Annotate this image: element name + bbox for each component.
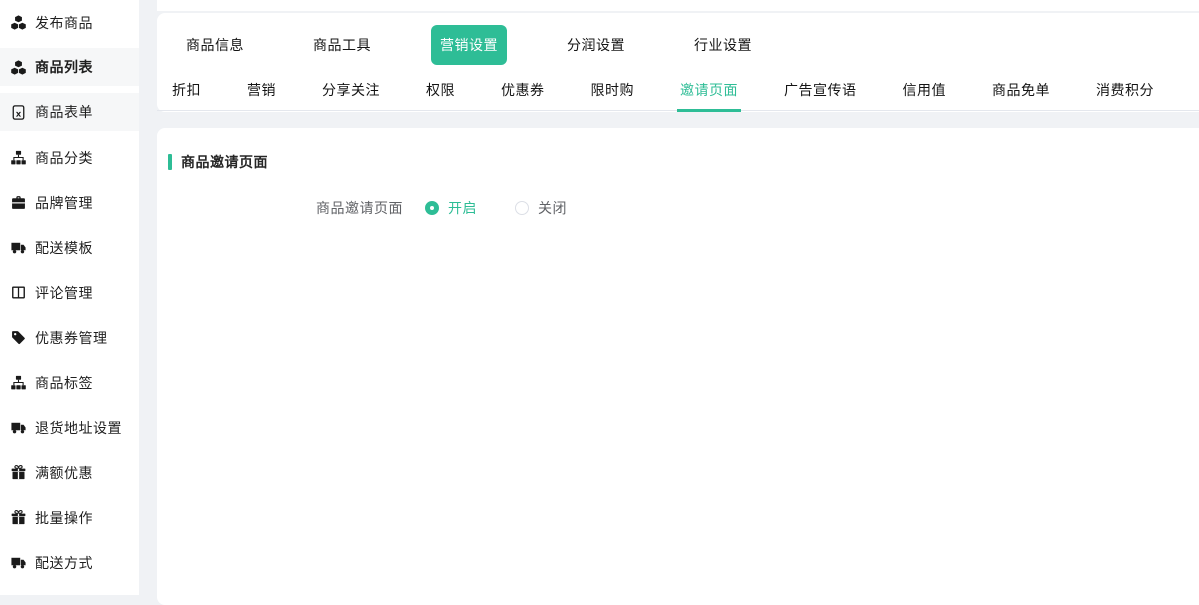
sidebar-item-return-address[interactable]: 退货地址设置 bbox=[0, 405, 139, 450]
primary-tab-bar: 商品信息 商品工具 营销设置 分润设置 行业设置 bbox=[157, 13, 1199, 65]
sidebar-item-label: 发布商品 bbox=[35, 13, 93, 33]
sidebar-item-label: 满额优惠 bbox=[35, 463, 93, 483]
secondary-tab-bar: 折扣 营销 分享关注 权限 优惠券 限时购 邀请页面 广告宣传语 信用值 商品免… bbox=[157, 71, 1199, 111]
sidebar-item-label: 退货地址设置 bbox=[35, 418, 122, 438]
section-title: 商品邀请页面 bbox=[181, 152, 268, 172]
columns-icon bbox=[11, 285, 26, 300]
tab-profit-settings[interactable]: 分润设置 bbox=[558, 25, 634, 65]
cubes-icon bbox=[11, 60, 26, 75]
briefcase-icon bbox=[11, 195, 26, 210]
sidebar-item-product-tag[interactable]: 商品标签 bbox=[0, 360, 139, 405]
sidebar-item-label: 配送模板 bbox=[35, 238, 93, 258]
main-area: 商品信息 商品工具 营销设置 分润设置 行业设置 折扣 营销 分享关注 权限 优… bbox=[139, 0, 1199, 595]
sidebar-item-label: 优惠券管理 bbox=[35, 328, 108, 348]
tag-icon bbox=[11, 330, 26, 345]
section-accent-bar bbox=[168, 154, 172, 170]
subtab-share-follow[interactable]: 分享关注 bbox=[319, 71, 383, 112]
radio-off-label: 关闭 bbox=[538, 198, 567, 218]
section-header: 商品邀请页面 bbox=[168, 152, 1199, 172]
subtab-discount[interactable]: 折扣 bbox=[169, 71, 204, 112]
gift-icon bbox=[11, 465, 26, 480]
sidebar-item-coupon-management[interactable]: 优惠券管理 bbox=[0, 315, 139, 360]
subtab-ad-slogan[interactable]: 广告宣传语 bbox=[781, 71, 860, 112]
tab-industry-settings[interactable]: 行业设置 bbox=[685, 25, 761, 65]
subtab-coupon[interactable]: 优惠券 bbox=[498, 71, 548, 112]
sidebar-item-label: 商品列表 bbox=[35, 57, 93, 77]
sidebar-item-label: 评论管理 bbox=[35, 283, 93, 303]
sidebar-item-label: 商品表单 bbox=[35, 102, 93, 122]
subtab-marketing[interactable]: 营销 bbox=[244, 71, 279, 112]
sidebar: 发布商品 商品列表 商品表单 商品分类 品牌管理 配送模板 评论管理 优惠券管理… bbox=[0, 0, 139, 595]
radio-off[interactable]: 关闭 bbox=[515, 198, 567, 218]
invite-page-radio-group: 开启 关闭 bbox=[415, 198, 595, 218]
radio-off-dot[interactable] bbox=[515, 201, 529, 215]
sidebar-item-product-form[interactable]: 商品表单 bbox=[0, 90, 139, 135]
sitemap-icon bbox=[11, 150, 26, 165]
sidebar-item-label: 配送方式 bbox=[35, 553, 93, 573]
top-strip bbox=[157, 0, 1199, 11]
truck-icon bbox=[11, 555, 26, 570]
sidebar-item-label: 商品标签 bbox=[35, 373, 93, 393]
radio-on-label: 开启 bbox=[448, 198, 477, 218]
radio-on-dot[interactable] bbox=[425, 201, 439, 215]
tab-marketing-settings[interactable]: 营销设置 bbox=[431, 25, 507, 65]
file-x-icon bbox=[11, 105, 26, 120]
cubes-icon bbox=[11, 15, 26, 30]
sidebar-item-full-discount[interactable]: 满额优惠 bbox=[0, 450, 139, 495]
subtab-credit-value[interactable]: 信用值 bbox=[900, 71, 950, 112]
sidebar-item-product-list[interactable]: 商品列表 bbox=[0, 45, 139, 90]
invite-page-label: 商品邀请页面 bbox=[157, 198, 403, 218]
subtab-consume-points[interactable]: 消费积分 bbox=[1093, 71, 1157, 112]
tab-product-tools[interactable]: 商品工具 bbox=[304, 25, 380, 65]
sidebar-item-delivery-template[interactable]: 配送模板 bbox=[0, 225, 139, 270]
sidebar-item-label: 商品分类 bbox=[35, 148, 93, 168]
sidebar-item-delivery-method[interactable]: 配送方式 bbox=[0, 540, 139, 585]
sidebar-item-label: 批量操作 bbox=[35, 508, 93, 528]
sidebar-item-label: 品牌管理 bbox=[35, 193, 93, 213]
subtab-flash-sale[interactable]: 限时购 bbox=[588, 71, 638, 112]
sidebar-item-brand-management[interactable]: 品牌管理 bbox=[0, 180, 139, 225]
gift-icon bbox=[11, 510, 26, 525]
sidebar-item-comment-management[interactable]: 评论管理 bbox=[0, 270, 139, 315]
sidebar-item-batch-operation[interactable]: 批量操作 bbox=[0, 495, 139, 540]
sidebar-item-product-category[interactable]: 商品分类 bbox=[0, 135, 139, 180]
sidebar-item-publish-product[interactable]: 发布商品 bbox=[0, 0, 139, 45]
tab-product-info[interactable]: 商品信息 bbox=[177, 25, 253, 65]
truck-icon bbox=[11, 420, 26, 435]
truck-icon bbox=[11, 240, 26, 255]
subtab-permission[interactable]: 权限 bbox=[423, 71, 458, 112]
subtab-product-free[interactable]: 商品免单 bbox=[989, 71, 1053, 112]
invite-page-form-row: 商品邀请页面 开启 关闭 bbox=[157, 198, 1199, 218]
radio-on[interactable]: 开启 bbox=[425, 198, 477, 218]
subtab-invite-page[interactable]: 邀请页面 bbox=[677, 71, 741, 112]
content-card: 商品邀请页面 商品邀请页面 开启 关闭 bbox=[157, 128, 1199, 605]
tabs-card: 商品信息 商品工具 营销设置 分润设置 行业设置 折扣 营销 分享关注 权限 优… bbox=[157, 13, 1199, 112]
sitemap-icon bbox=[11, 375, 26, 390]
